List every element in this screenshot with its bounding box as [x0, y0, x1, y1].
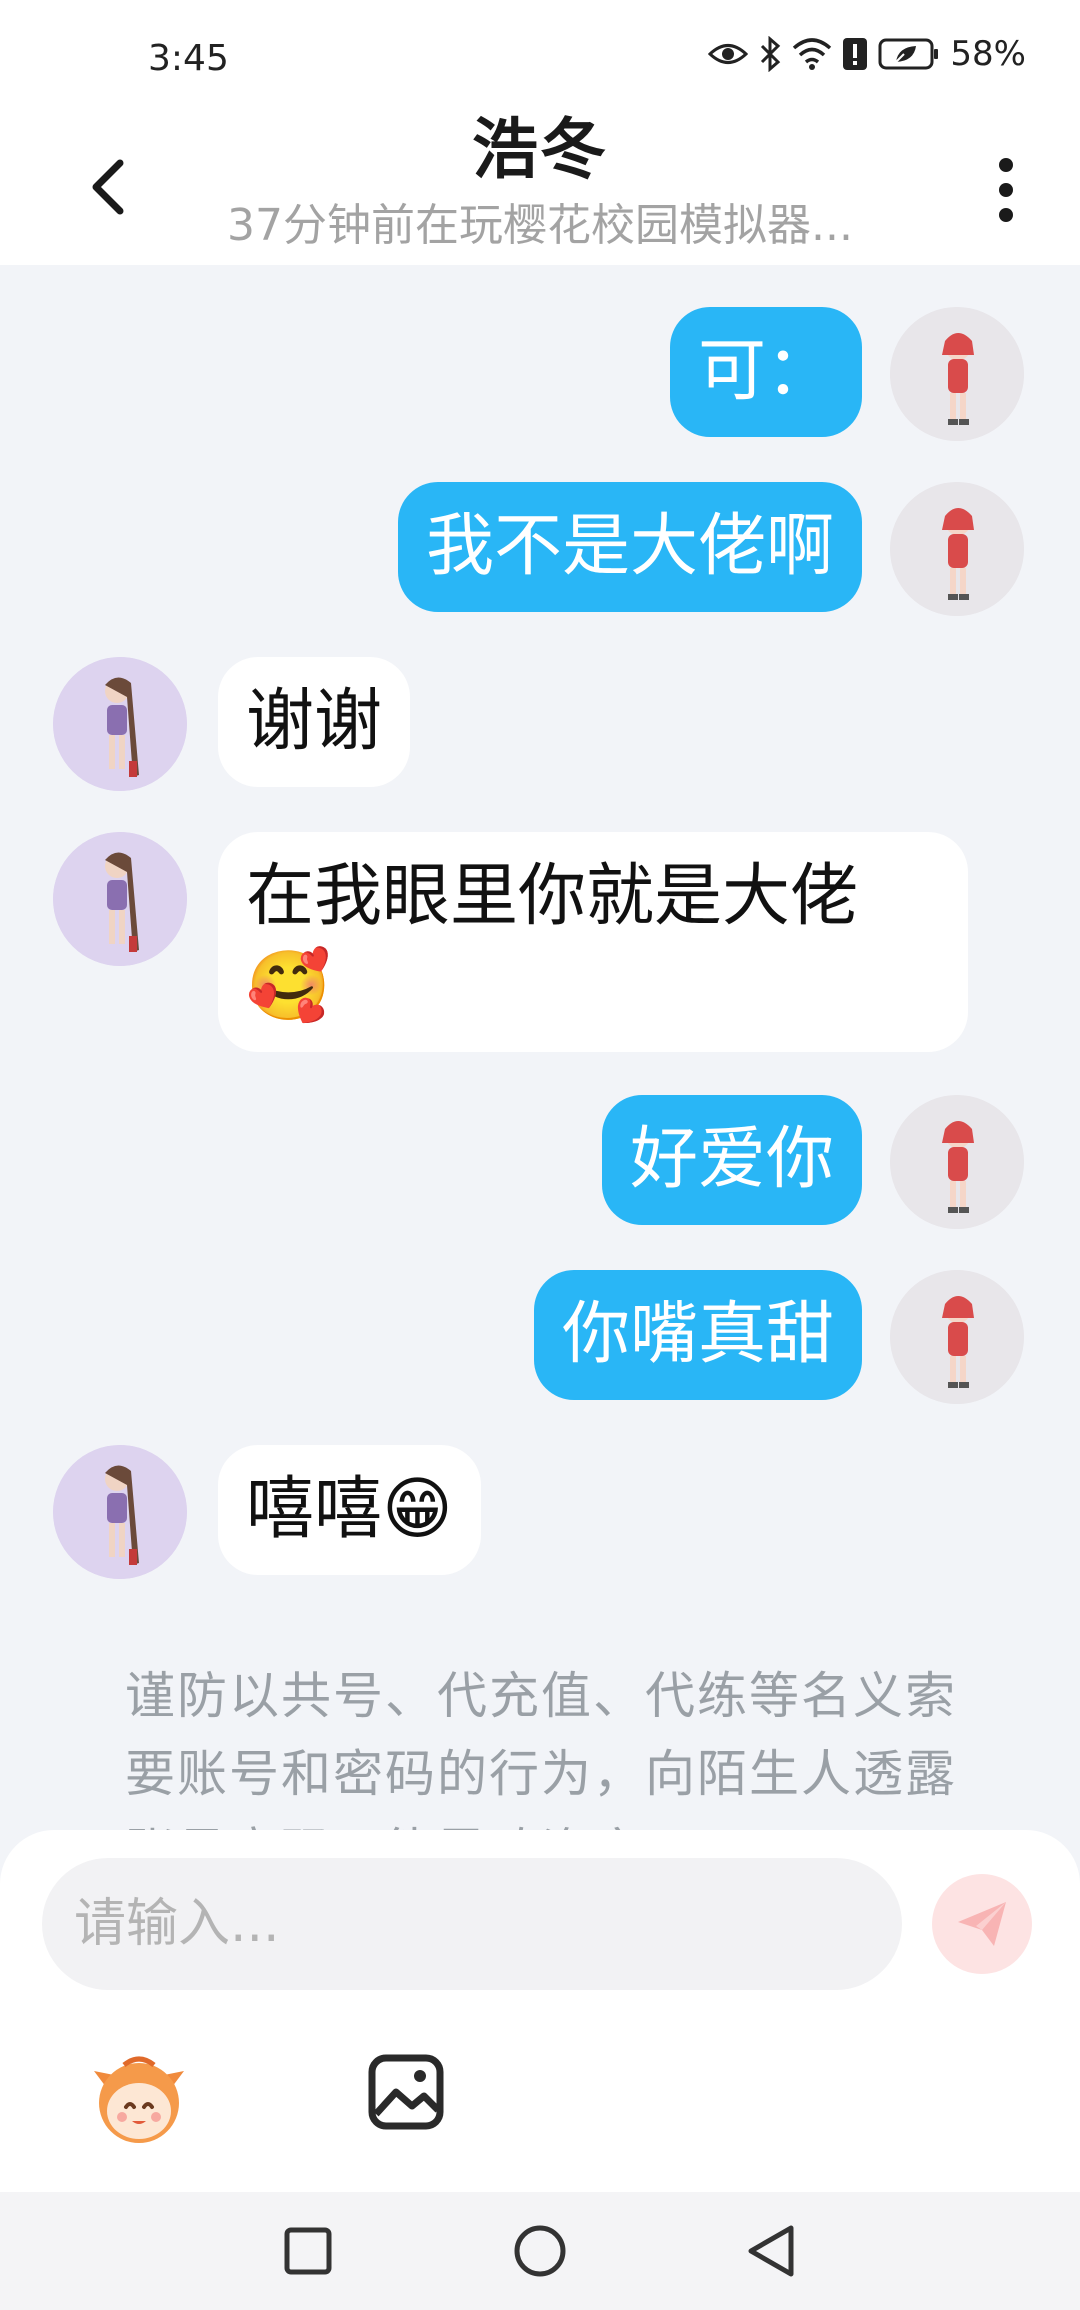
more-vertical-icon: [999, 158, 1013, 222]
contact-avatar[interactable]: [53, 657, 187, 791]
home-button[interactable]: [505, 2216, 575, 2286]
send-icon: [958, 1902, 1006, 1946]
my-message-bubble[interactable]: 你嘴真甜: [533, 1270, 862, 1400]
triangle-back-icon: [748, 2225, 794, 2277]
contact-message-bubble[interactable]: 谢谢: [218, 657, 411, 787]
alert-icon: [843, 38, 868, 70]
contact-avatar[interactable]: [53, 1445, 187, 1579]
battery-level: 58%: [950, 34, 1026, 74]
my-message-bubble[interactable]: 可：: [669, 307, 862, 437]
more-options-button[interactable]: [976, 150, 1036, 230]
my-avatar[interactable]: [890, 307, 1024, 441]
system-nav-bar: [0, 2192, 1080, 2310]
chat-subtitle: 37分钟前在玩樱花校园模拟器...: [227, 200, 853, 251]
my-avatar[interactable]: [890, 1095, 1024, 1229]
image-icon: [368, 2054, 444, 2130]
safety-notice: 谨防以共号、代充值、代练等名义索要账号和密码的行为，向陌生人透露账号密码可能导致…: [125, 1667, 957, 1830]
back-nav-button[interactable]: [736, 2216, 806, 2286]
contact-avatar[interactable]: [53, 832, 187, 966]
my-avatar[interactable]: [890, 1270, 1024, 1404]
chat-title: 浩冬: [472, 111, 608, 188]
my-message-bubble[interactable]: 我不是大佬啊: [397, 482, 862, 612]
circle-icon: [514, 2225, 566, 2277]
status-bar: 3:45 58%: [0, 0, 1080, 110]
emoji-button[interactable]: [84, 2045, 194, 2155]
contact-message-bubble[interactable]: 在我眼里你就是大佬🥰: [218, 832, 968, 1052]
bluetooth-icon: [761, 36, 781, 72]
battery-icon: [878, 38, 939, 70]
wifi-icon: [793, 38, 832, 70]
image-button[interactable]: [366, 2052, 446, 2132]
mascot-emoji-icon: [94, 2056, 184, 2143]
contact-message-bubble[interactable]: 嘻嘻😁: [218, 1445, 481, 1575]
status-icons: 58%: [708, 34, 1026, 74]
my-avatar[interactable]: [890, 482, 1024, 616]
input-panel: [0, 1830, 1080, 2192]
message-list[interactable]: 可： 我不是大佬啊 谢谢 在我眼里你就是大佬🥰 好爱你 你嘴真甜 嘻嘻😁 谨防以…: [0, 265, 1080, 1830]
recent-apps-button[interactable]: [273, 2216, 343, 2286]
chat-header: 浩冬 37分钟前在玩樱花校园模拟器...: [0, 110, 1080, 265]
message-input[interactable]: [42, 1858, 902, 1990]
square-icon: [284, 2227, 332, 2275]
send-button[interactable]: [932, 1874, 1032, 1974]
eye-icon: [708, 44, 749, 64]
status-time: 3:45: [148, 38, 229, 79]
my-message-bubble[interactable]: 好爱你: [601, 1095, 862, 1225]
